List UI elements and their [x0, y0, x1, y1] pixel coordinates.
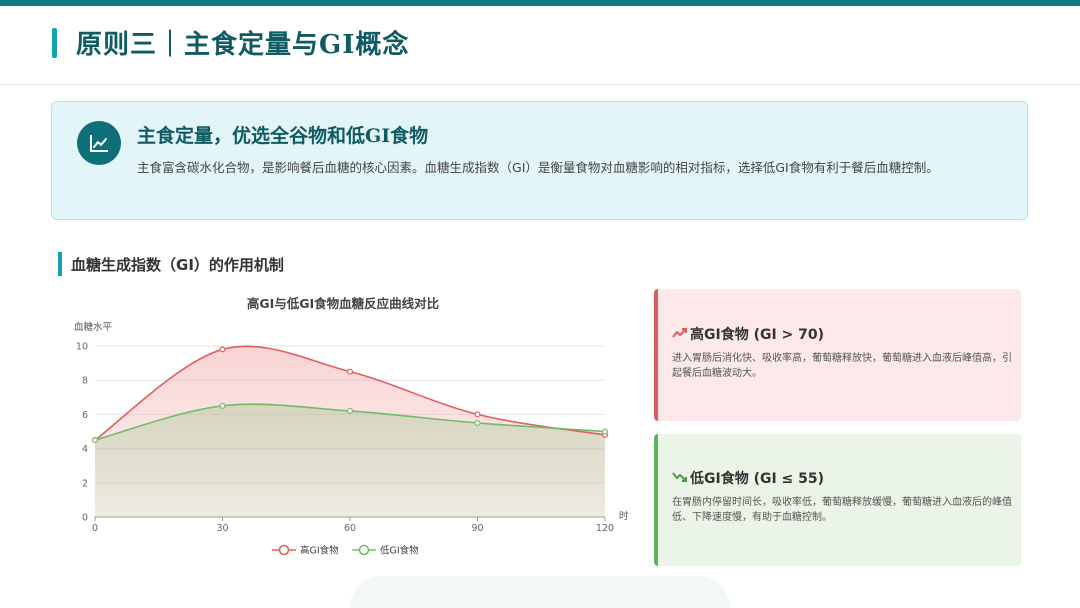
- page-header: 原则三｜主食定量与GI概念: [0, 6, 1080, 85]
- trend-up-icon: [672, 327, 688, 343]
- chart-title: 高GI与低GI食物血糖反应曲线对比: [247, 296, 440, 311]
- x-axis-label: 时: [619, 510, 629, 522]
- x-tick-label: 30: [216, 523, 228, 534]
- summary-text: 主食富含碳水化合物，是影响餐后血糖的核心因素。血糖生成指数（GI）是衡量食物对血…: [137, 160, 939, 175]
- high-gi-title: 高GI食物 (GI > 70): [672, 324, 824, 344]
- chart-svg: 高GI与低GI食物血糖反应曲线对比血糖水平 0 2 4 6 8 10 0 30 60 90 120 时高…: [74, 296, 629, 557]
- x-tick-label: 90: [471, 523, 483, 534]
- summary-heading: 主食定量，优选全谷物和低GI食物: [137, 125, 429, 147]
- legend-marker: [358, 544, 370, 556]
- y-tick-label: 8: [82, 376, 88, 387]
- y-tick-label: 4: [82, 444, 88, 455]
- gi-response-chart: 高GI与低GI食物血糖反应曲线对比血糖水平 0 2 4 6 8 10 0 30 60 90 120 时高…: [60, 288, 640, 568]
- legend-marker: [278, 544, 290, 556]
- x-tick-label: 120: [596, 523, 614, 534]
- y-tick-label: 10: [76, 342, 88, 353]
- data-point: [474, 419, 481, 426]
- high-gi-title-text: 高GI食物 (GI > 70): [690, 327, 825, 343]
- trend-chart-icon: [77, 121, 121, 165]
- data-point: [347, 368, 354, 375]
- x-tick-label: 0: [92, 523, 98, 534]
- series-area: [95, 404, 605, 517]
- high-gi-card: 高GI食物 (GI > 70) 进入胃肠后消化快、吸收率高，葡萄糖释放快，葡萄糖…: [654, 289, 1021, 421]
- low-gi-title: 低GI食物 (GI ≤ 55): [672, 468, 824, 488]
- legend-label: 高GI食物: [300, 545, 339, 557]
- y-tick-label: 2: [82, 478, 88, 489]
- low-gi-title-text: 低GI食物 (GI ≤ 55): [690, 471, 825, 487]
- title-accent-bar: [52, 28, 57, 58]
- high-gi-text: 进入胃肠后消化快、吸收率高，葡萄糖释放快，葡萄糖进入血液后峰值高，引起餐后血糖波…: [672, 353, 1012, 379]
- data-point: [601, 428, 608, 435]
- trend-down-icon: [672, 471, 688, 487]
- y-tick-label: 6: [82, 410, 88, 421]
- page-title: 原则三｜主食定量与GI概念: [76, 30, 410, 60]
- x-tick-label: 60: [344, 523, 356, 534]
- summary-box: 主食定量，优选全谷物和低GI食物 主食富含碳水化合物，是影响餐后血糖的核心因素。…: [51, 101, 1028, 220]
- section-accent-bar: [58, 252, 62, 276]
- data-point: [474, 411, 481, 418]
- data-point: [219, 402, 226, 409]
- data-point: [219, 346, 226, 353]
- decorative-wave: [350, 576, 730, 608]
- data-point: [91, 437, 98, 444]
- y-tick-label: 0: [82, 513, 88, 524]
- legend-label: 低GI食物: [380, 545, 419, 557]
- low-gi-card: 低GI食物 (GI ≤ 55) 在胃肠内停留时间长，吸收率低，葡萄糖释放缓慢，葡…: [654, 434, 1021, 566]
- data-point: [347, 407, 354, 414]
- low-gi-text: 在胃肠内停留时间长，吸收率低，葡萄糖释放缓慢，葡萄糖进入血液后的峰值低、下降速度…: [672, 497, 1012, 523]
- y-axis-label: 血糖水平: [74, 321, 113, 333]
- section-title: 血糖生成指数（GI）的作用机制: [71, 256, 284, 274]
